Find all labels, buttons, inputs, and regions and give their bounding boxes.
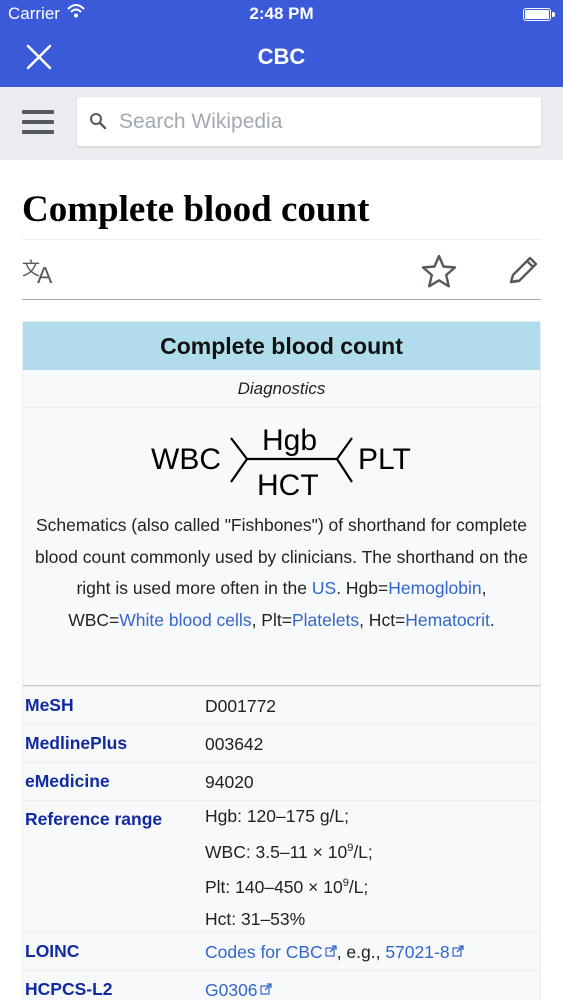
link-white-blood-cells[interactable]: White blood cells — [119, 610, 251, 630]
close-icon[interactable] — [24, 42, 54, 72]
row-value-link[interactable]: 003642 — [205, 733, 263, 755]
page-title: Complete blood count — [22, 189, 370, 230]
reference-range-values: Hgb: 120–175 g/L; WBC: 3.5–11 × 109/L; P… — [205, 801, 373, 935]
status-bar: Carrier 2:48 PM — [0, 0, 563, 28]
diagram-hct: HCT — [257, 469, 319, 502]
fishbone-svg: WBC Hgb HCT PLT — [151, 424, 411, 502]
link-platelets[interactable]: Platelets — [292, 610, 359, 630]
infobox-caption: Schematics (also called "Fishbones") of … — [23, 508, 540, 686]
title-divider — [22, 239, 541, 240]
row-label[interactable]: MedlinePlus — [25, 733, 127, 754]
language-icon[interactable]: 文 A — [22, 256, 62, 286]
link-us[interactable]: US — [312, 578, 336, 598]
link-hematocrit[interactable]: Hematocrit — [405, 610, 490, 630]
hcpcs-value: G0306 — [205, 979, 272, 1000]
row-label[interactable]: eMedicine — [25, 771, 110, 792]
svg-text:A: A — [37, 262, 53, 286]
infobox-row-emedicine: eMedicine 94020 — [23, 762, 540, 800]
external-link-icon — [259, 983, 272, 995]
search-icon — [90, 113, 107, 130]
row-value-link[interactable]: 94020 — [205, 771, 254, 793]
fishbone-diagram[interactable]: WBC Hgb HCT PLT — [23, 408, 540, 508]
menu-button[interactable] — [22, 110, 54, 138]
infobox-subtitle: Diagnostics — [23, 370, 540, 408]
row-value-link[interactable]: D001772 — [205, 695, 276, 717]
status-time: 2:48 PM — [249, 4, 314, 23]
link-hcpcs-code[interactable]: G0306 — [205, 980, 258, 1000]
range-plt: Plt: 140–450 × 109/L; — [205, 877, 369, 897]
diagram-plt: PLT — [358, 443, 411, 476]
row-label[interactable]: LOINC — [25, 941, 79, 962]
infobox: Complete blood count Diagnostics WBC Hgb… — [22, 321, 541, 1000]
external-link-icon — [451, 945, 464, 957]
actions-divider — [22, 299, 541, 300]
star-icon[interactable] — [420, 253, 458, 289]
range-hct: Hct: 31–53% — [205, 908, 306, 929]
infobox-row-loinc: LOINC Codes for CBC, e.g., 57021-8 — [23, 932, 540, 970]
search-input[interactable] — [119, 97, 529, 146]
search-bar — [0, 87, 563, 160]
nav-title: CBC — [257, 44, 306, 69]
range-wbc: WBC: 3.5–11 × 109/L; — [205, 841, 373, 862]
pencil-icon[interactable] — [503, 253, 541, 289]
nav-bar: CBC — [0, 30, 563, 86]
link-hemoglobin[interactable]: Hemoglobin — [388, 578, 481, 598]
infobox-title: Complete blood count — [23, 322, 540, 370]
diagram-wbc: WBC — [151, 443, 221, 476]
infobox-row-mesh: MeSH D001772 — [23, 686, 540, 724]
infobox-row-hcpcs: HCPCS-L2 G0306 — [23, 970, 540, 1000]
link-loinc-code[interactable]: 57021-8 — [385, 942, 449, 962]
search-box[interactable] — [77, 97, 541, 146]
app-header: Carrier 2:48 PM CBC — [0, 0, 563, 87]
link-codes-for-cbc[interactable]: Codes for CBC — [205, 942, 323, 962]
hamburger-icon — [22, 110, 54, 114]
diagram-hgb: Hgb — [262, 424, 317, 457]
row-label[interactable]: MeSH — [25, 695, 74, 716]
row-label: Reference range — [25, 809, 163, 829]
range-hgb: Hgb: 120–175 g/L; — [205, 806, 350, 826]
infobox-row-reference-range: Reference range Hgb: 120–175 g/L; WBC: 3… — [23, 800, 540, 932]
battery-icon — [523, 8, 555, 21]
external-link-icon — [325, 945, 337, 957]
loinc-value: Codes for CBC, e.g., 57021-8 — [205, 941, 464, 963]
row-label[interactable]: HCPCS-L2 — [25, 979, 113, 1000]
infobox-row-medlineplus: MedlinePlus 003642 — [23, 724, 540, 762]
